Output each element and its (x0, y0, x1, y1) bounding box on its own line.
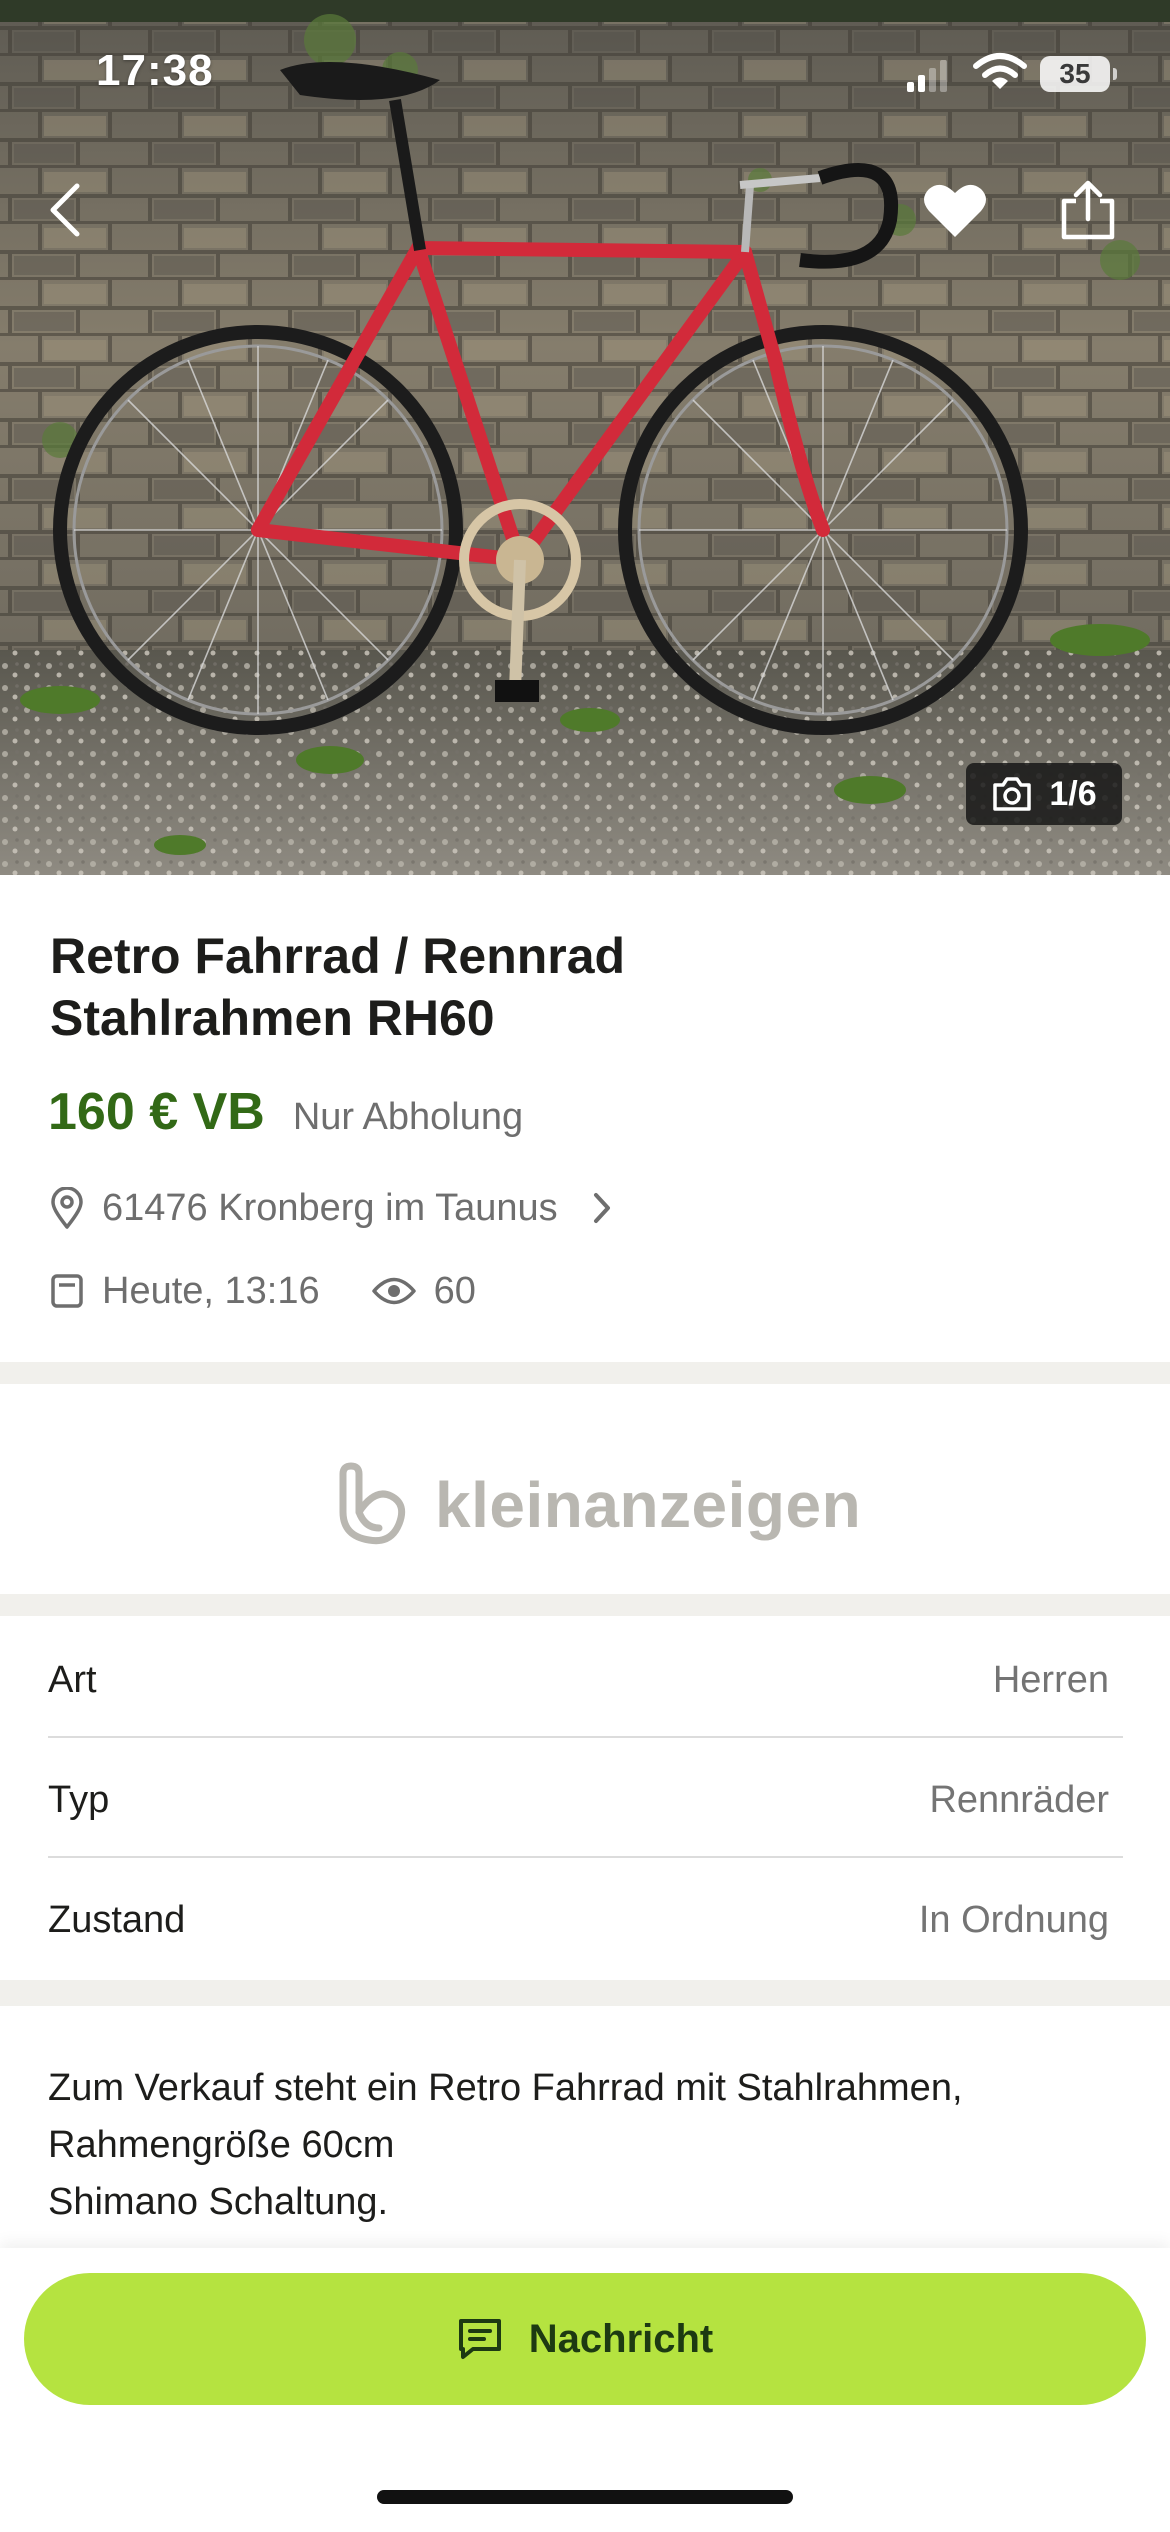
view-count: 60 (371, 1269, 476, 1313)
location-link[interactable]: 61476 Kronberg im Taunus (50, 1180, 614, 1236)
back-icon (50, 183, 80, 237)
listing-photo[interactable]: 17:38 35 1/6 (0, 0, 1170, 875)
view-count-text: 60 (433, 1269, 476, 1312)
attribute-value: In Ordnung (918, 1898, 1109, 1941)
status-bar: 17:38 35 (0, 0, 1170, 150)
wifi-icon (973, 53, 1027, 89)
favorite-button[interactable] (915, 170, 995, 250)
message-button[interactable]: Nachricht (24, 2273, 1146, 2405)
price-row: 160 € VB Nur Abholung (48, 1082, 523, 1146)
attribute-row-art: Art Herren (48, 1620, 1123, 1740)
cellular-signal-icon (907, 60, 947, 92)
battery-indicator: 35 (1040, 56, 1117, 92)
heart-icon (924, 184, 986, 237)
kleinanzeigen-logo: kleinanzeigen (335, 1460, 861, 1550)
attribute-label: Typ (48, 1778, 110, 1821)
share-icon (1061, 180, 1115, 240)
home-indicator[interactable] (377, 2490, 793, 2504)
chevron-right-icon (593, 1193, 610, 1223)
attribute-value: Herren (992, 1658, 1109, 1701)
calendar-icon (51, 1274, 83, 1308)
status-time: 17:38 (96, 46, 214, 95)
description-line: Rahmengröße 60cm (48, 2124, 395, 2166)
camera-icon (993, 777, 1032, 811)
message-icon (458, 2319, 501, 2359)
listing-title: Retro Fahrrad / Rennrad Stahlrahmen RH60 (50, 925, 1050, 1049)
section-divider (0, 1594, 1170, 1616)
posted-date: Heute, 13:16 (50, 1270, 320, 1313)
shipping-option: Nur Abholung (292, 1096, 524, 1138)
share-button[interactable] (1048, 170, 1128, 250)
attribute-row-typ: Typ Rennräder (48, 1740, 1123, 1860)
attribute-value: Rennräder (929, 1778, 1109, 1821)
attribute-label: Art (48, 1658, 97, 1701)
location-pin-icon (51, 1187, 83, 1229)
eye-icon (371, 1277, 416, 1305)
listing-meta: Heute, 13:16 60 (50, 1263, 476, 1319)
description-line: Zum Verkauf steht ein Retro Fahrrad mit … (48, 2067, 963, 2109)
listing-title-line-1: Retro Fahrrad / Rennrad (50, 928, 626, 984)
section-divider (0, 1362, 1170, 1384)
section-divider (0, 1980, 1170, 2006)
row-divider (48, 1856, 1123, 1858)
attribute-label: Zustand (48, 1898, 186, 1941)
back-button[interactable] (25, 170, 105, 250)
kleinanzeigen-logo-text: kleinanzeigen (435, 1469, 862, 1541)
kleinanzeigen-logo-icon (339, 1462, 406, 1545)
listing-description: Zum Verkauf steht ein Retro Fahrrad mit … (48, 2060, 1128, 2231)
posted-date-text: Heute, 13:16 (102, 1269, 320, 1312)
listing-price: 160 € VB (48, 1083, 265, 1141)
listing-title-line-2: Stahlrahmen RH60 (50, 990, 495, 1046)
photo-counter-label: 1/6 (1049, 774, 1097, 813)
description-line: Shimano Schaltung. (48, 2181, 389, 2223)
location-text: 61476 Kronberg im Taunus (102, 1186, 558, 1229)
photo-counter[interactable]: 1/6 (966, 763, 1122, 825)
attribute-row-zustand: Zustand In Ordnung (48, 1860, 1123, 1980)
row-divider (48, 1736, 1123, 1738)
message-button-label: Nachricht (528, 2316, 714, 2361)
